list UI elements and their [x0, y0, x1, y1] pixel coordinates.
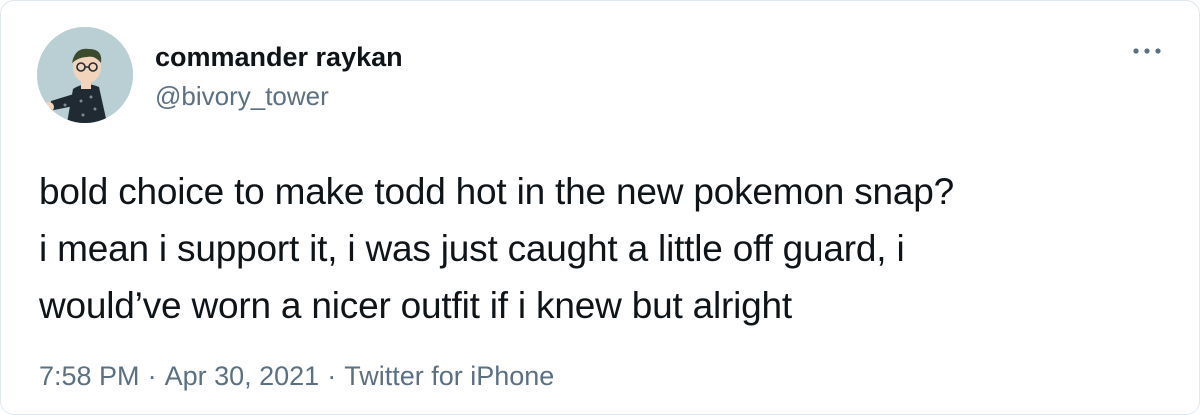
tweet-source[interactable]: Twitter for iPhone	[344, 361, 554, 391]
meta-separator: ·	[327, 361, 337, 391]
author-names: commander raykan @bivory_tower	[155, 41, 403, 113]
tweet-time[interactable]: 7:58 PM	[39, 361, 140, 391]
user-handle[interactable]: @bivory_tower	[155, 79, 403, 113]
tweet-text: bold choice to make todd hot in the new …	[39, 163, 1169, 334]
tweet-card: commander raykan @bivory_tower bold choi…	[0, 0, 1200, 415]
cartoon-avatar-icon	[37, 27, 133, 123]
tweet-metadata: 7:58 PM · Apr 30, 2021 · Twitter for iPhone	[39, 358, 554, 394]
more-options-button[interactable]	[1131, 41, 1163, 61]
tweet-text-line: i mean i support it, i was just caught a…	[39, 228, 905, 269]
tweet-text-line: would’ve worn a nicer outfit if i knew b…	[39, 285, 792, 326]
display-name[interactable]: commander raykan	[155, 41, 403, 73]
avatar[interactable]	[37, 27, 133, 123]
tweet-date[interactable]: Apr 30, 2021	[165, 361, 320, 391]
meta-separator: ·	[147, 361, 157, 391]
tweet-text-line: bold choice to make todd hot in the new …	[39, 171, 955, 212]
more-dots-icon	[1133, 48, 1161, 54]
tweet-header: commander raykan @bivory_tower	[37, 27, 403, 123]
